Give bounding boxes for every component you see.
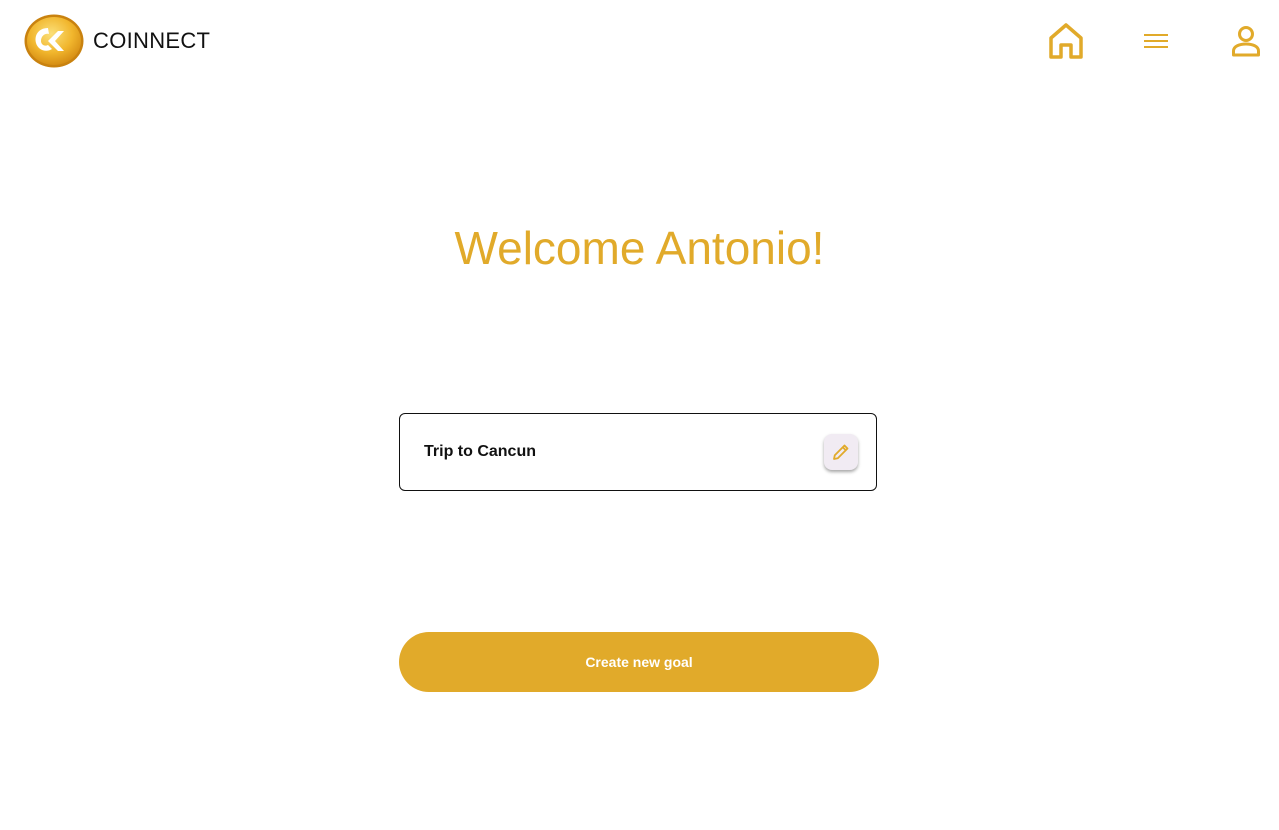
- user-icon: [1232, 26, 1260, 57]
- home-button[interactable]: [1045, 20, 1087, 62]
- brand-name: COINNECT: [93, 28, 211, 53]
- coinnect-logo-icon: [24, 14, 84, 68]
- menu-button[interactable]: [1135, 20, 1177, 62]
- edit-goal-button[interactable]: [824, 434, 858, 470]
- create-goal-button[interactable]: Create new goal: [399, 632, 879, 692]
- brand[interactable]: COINNECT: [24, 14, 210, 68]
- goal-card[interactable]: Trip to Cancun: [399, 413, 877, 491]
- app-page: COINNECT Welcome Antonio! Trip to Cancun: [0, 0, 1279, 830]
- home-icon: [1049, 23, 1083, 59]
- goal-title: Trip to Cancun: [424, 443, 536, 460]
- profile-button[interactable]: [1225, 20, 1267, 62]
- welcome-heading: Welcome Antonio!: [454, 222, 825, 274]
- pencil-icon: [833, 444, 849, 460]
- menu-icon: [1144, 34, 1168, 48]
